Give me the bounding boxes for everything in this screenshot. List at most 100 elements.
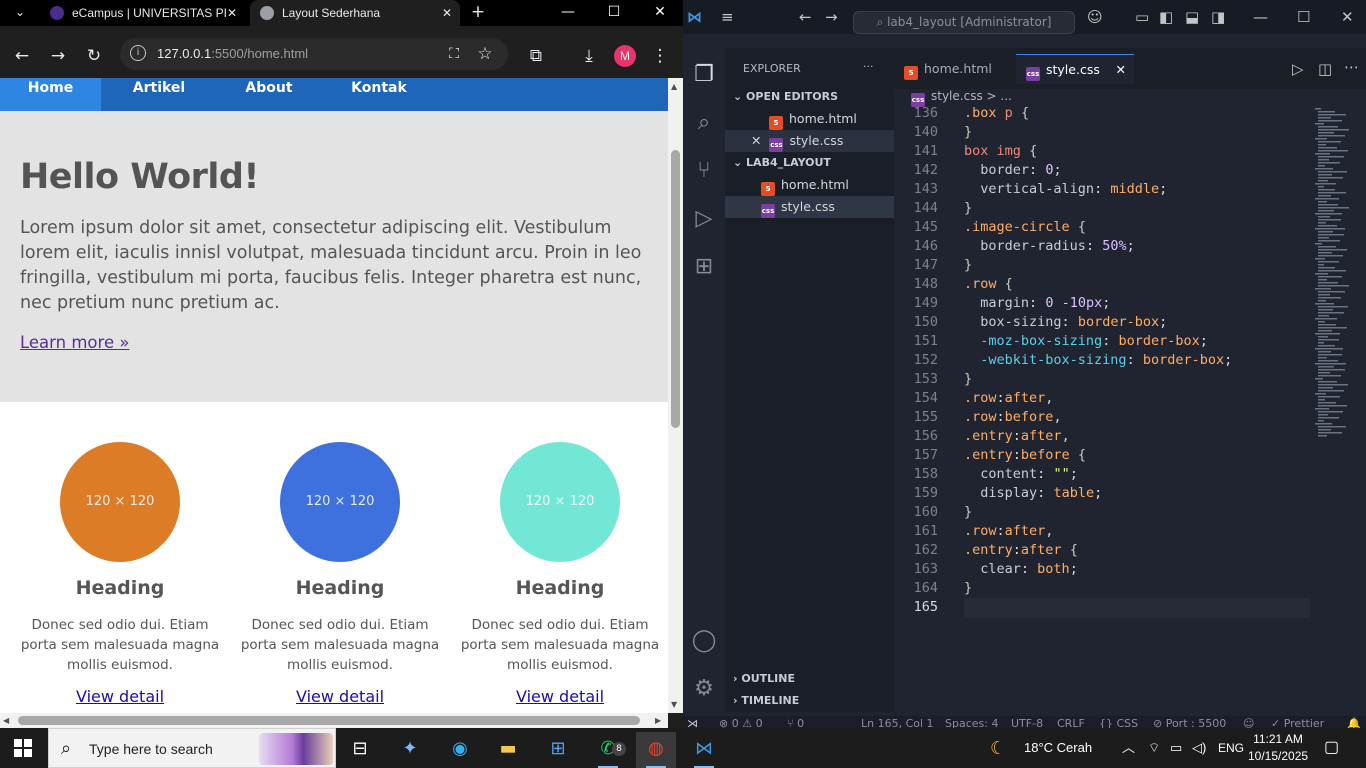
prettier-status[interactable]: ✓ Prettier — [1271, 716, 1324, 728]
nav-kontak[interactable]: Kontak — [330, 78, 428, 111]
bookmark-star-icon[interactable]: ☆ — [471, 40, 499, 68]
back-icon[interactable]: ← — [8, 42, 36, 70]
close-icon[interactable]: ✕ — [751, 133, 761, 148]
close-tab-icon[interactable]: ✕ — [442, 6, 452, 20]
nav-artikel[interactable]: Artikel — [112, 78, 206, 111]
whatsapp-icon[interactable]: ✆ 8 — [588, 732, 628, 768]
scroll-up-icon[interactable]: ▲ — [671, 82, 677, 91]
weather-icon[interactable]: ☾ — [990, 728, 1006, 768]
more-actions-icon[interactable]: ··· — [863, 60, 874, 73]
nav-back-icon[interactable]: ← — [799, 8, 812, 26]
scroll-down-icon[interactable]: ▼ — [671, 700, 677, 709]
file-explorer-icon[interactable]: ▬ — [488, 732, 528, 768]
nav-home[interactable]: Home — [0, 78, 101, 111]
microsoft-store-icon[interactable]: ⊞ — [538, 732, 578, 768]
timeline-section[interactable]: › TIMELINE — [725, 690, 894, 712]
toggle-sidebar-icon[interactable]: ◧ — [1159, 8, 1173, 26]
file-tree-item[interactable]: css style.css — [725, 196, 894, 218]
indentation[interactable]: Spaces: 4 — [945, 716, 998, 728]
maximize-button[interactable]: ☐ — [591, 0, 637, 26]
run-icon[interactable]: ▷ — [1292, 60, 1304, 78]
maximize-button[interactable]: ☐ — [1297, 8, 1310, 26]
nav-about[interactable]: About — [220, 78, 318, 111]
live-server-port[interactable]: ⊘ Port : 5500 — [1153, 716, 1226, 728]
nav-forward-icon[interactable]: → — [825, 8, 838, 26]
edge-icon[interactable]: ◉ — [440, 732, 480, 768]
scroll-left-icon[interactable]: ◀ — [3, 716, 9, 725]
vertical-scrollbar[interactable]: ▲ ▼ — [668, 78, 683, 713]
open-editors-section[interactable]: ⌄ OPEN EDITORS — [733, 90, 838, 103]
network-icon[interactable]: ⌔ — [1148, 728, 1160, 768]
open-editor-item[interactable]: ✕ css style.css — [725, 130, 894, 152]
horizontal-scrollbar[interactable]: ◀ ▶ — [0, 713, 668, 728]
outline-section[interactable]: › OUTLINE — [725, 668, 894, 690]
extensions-icon[interactable]: ⧉ — [522, 42, 550, 70]
remote-icon[interactable]: ⋊ — [687, 716, 698, 728]
new-tab-button[interactable]: + — [464, 0, 492, 28]
task-view-icon[interactable]: ⊟ — [340, 732, 380, 768]
run-debug-icon[interactable]: ▷ — [691, 206, 717, 232]
search-icon[interactable]: ⌕ — [691, 110, 717, 136]
chrome-icon[interactable]: ◍ — [636, 732, 676, 768]
file-tree-item[interactable]: 5 home.html — [725, 174, 894, 196]
close-tab-icon[interactable]: ✕ — [227, 6, 237, 20]
split-editor-icon[interactable]: ◫ — [1318, 60, 1332, 78]
more-actions-icon[interactable]: ⋯ — [1344, 58, 1359, 76]
tab-layout-sederhana[interactable]: Layout Sederhana ✕ — [250, 0, 460, 26]
notifications-icon[interactable]: 🔔 — [1347, 716, 1361, 728]
problems-indicator[interactable]: ⊗ 0 ⚠ 0 — [719, 716, 763, 728]
copilot-icon[interactable]: ☺ — [1087, 8, 1103, 26]
vscode-taskbar-icon[interactable]: ⋈ — [684, 732, 724, 768]
weather-text[interactable]: 18°C Cerah — [1024, 728, 1092, 768]
view-detail-link[interactable]: View detail — [76, 687, 164, 706]
address-bar[interactable]: i 127.0.0.1:5500/home.html ⛶ ☆ — [120, 38, 508, 70]
url-text[interactable]: 127.0.0.1:5500/home.html — [157, 46, 308, 61]
source-control-icon[interactable]: ⑂ — [691, 158, 717, 184]
cursor-position[interactable]: Ln 165, Col 1 — [861, 716, 934, 728]
show-hidden-icons[interactable]: ︿ — [1122, 728, 1135, 768]
forward-icon[interactable]: → — [44, 42, 72, 70]
taskbar-search-box[interactable]: ⌕ Type here to search — [48, 728, 336, 768]
site-info-icon[interactable]: i — [130, 45, 146, 61]
windows-start-icon[interactable] — [14, 739, 32, 757]
editor-tab-style[interactable]: css style.css ✕ — [1016, 54, 1134, 84]
toggle-panel-icon[interactable]: ⬓ — [1185, 8, 1199, 26]
tab-ecampus[interactable]: eCampus | UNIVERSITAS PI ✕ — [40, 0, 245, 26]
copilot-app-icon[interactable]: ✦ — [390, 732, 430, 768]
extensions-icon[interactable]: ⊞ — [691, 254, 717, 280]
end-of-line[interactable]: CRLF — [1057, 716, 1085, 728]
translate-icon[interactable]: ⛶ — [440, 40, 468, 68]
menu-hamburger-icon[interactable]: ≡ — [721, 8, 734, 26]
tab-search-chevron-icon[interactable]: ⌄ — [6, 0, 34, 28]
command-center[interactable]: ⌕ lab4_layout [Administrator] — [853, 11, 1075, 34]
input-language[interactable]: ENG — [1218, 728, 1244, 768]
profile-avatar[interactable]: M — [614, 45, 636, 67]
learn-more-link[interactable]: Learn more » — [20, 333, 129, 352]
download-icon[interactable]: ⤓ — [575, 42, 603, 70]
vertical-scroll-thumb[interactable] — [671, 150, 680, 428]
close-tab-icon[interactable]: ✕ — [1116, 55, 1126, 85]
toggle-secondary-sidebar-icon[interactable]: ◨ — [1211, 8, 1225, 26]
layout-icon[interactable]: ▭ — [1135, 8, 1149, 26]
view-detail-link[interactable]: View detail — [516, 687, 604, 706]
close-window-button[interactable]: ✕ — [637, 0, 683, 26]
minimize-button[interactable]: — — [545, 0, 591, 26]
reload-icon[interactable]: ↻ — [80, 42, 108, 70]
code-editor[interactable]: 136 140 141 142 143 144 145 146 147 148 149 150 151 1… — [894, 105, 1324, 675]
notification-center-icon[interactable]: ▢ — [1324, 728, 1339, 768]
ports-indicator[interactable]: ⑂ 0 — [787, 716, 804, 728]
open-editor-item[interactable]: 5 home.html — [725, 108, 894, 130]
minimize-button[interactable]: — — [1253, 8, 1268, 26]
menu-kebab-icon[interactable]: ⋮ — [646, 42, 674, 70]
minimap[interactable] — [1315, 108, 1355, 438]
volume-icon[interactable]: ◁) — [1192, 728, 1206, 768]
copilot-status-icon[interactable]: ☺ — [1243, 716, 1254, 728]
accounts-icon[interactable]: ◯ — [691, 628, 717, 654]
battery-icon[interactable]: ▭ — [1170, 728, 1182, 768]
editor-tab-home[interactable]: 5 home.html — [894, 56, 1004, 82]
close-window-button[interactable]: ✕ — [1341, 8, 1354, 26]
workspace-section[interactable]: ⌄ LAB4_LAYOUT — [733, 156, 831, 169]
horizontal-scroll-thumb[interactable] — [18, 716, 640, 725]
scroll-right-icon[interactable]: ▶ — [655, 716, 661, 725]
settings-gear-icon[interactable]: ⚙ — [691, 676, 717, 702]
